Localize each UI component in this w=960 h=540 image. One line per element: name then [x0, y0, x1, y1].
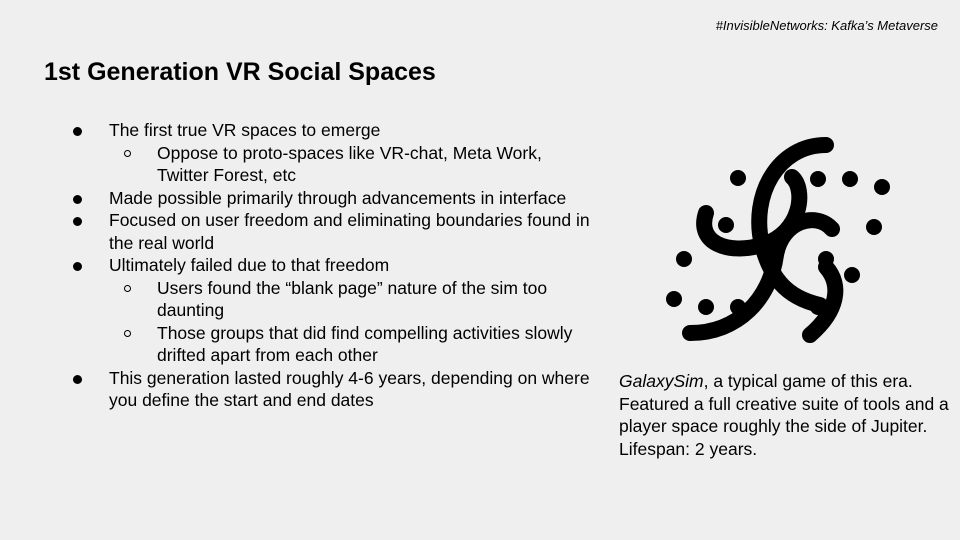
bullet-circle-icon [124, 329, 131, 337]
sub-bullet-item: Oppose to proto-spaces like VR-chat, Met… [118, 142, 590, 187]
bullet-list: The first true VR spaces to emerge Oppos… [70, 119, 590, 412]
bullet-item: Focused on user freedom and eliminating … [70, 209, 590, 254]
bullet-dot-icon [73, 374, 82, 384]
sub-bullet-item: Users found the “blank page” nature of t… [118, 277, 590, 322]
bullet-text: This generation lasted roughly 4-6 years… [109, 367, 590, 411]
bullet-text: Focused on user freedom and eliminating … [109, 210, 590, 253]
bullet-text: Those groups that did find compelling ac… [157, 322, 573, 366]
bullet-text: Ultimately failed due to that freedom [109, 255, 390, 275]
presentation-tag: #InvisibleNetworks: Kafka’s Metaverse [715, 18, 938, 33]
bullet-text: The first true VR spaces to emerge [109, 120, 381, 140]
bullet-dot-icon [73, 194, 82, 204]
slide-title: 1st Generation VR Social Spaces [44, 58, 436, 86]
bullet-text: Oppose to proto-spaces like VR-chat, Met… [157, 142, 542, 186]
bullet-dot-icon [73, 217, 82, 226]
image-caption: GalaxySim, a typical game of this era. F… [619, 370, 949, 460]
bullet-dot-icon [73, 262, 82, 271]
galaxy-swirl-icon [666, 137, 890, 343]
bullet-circle-icon [124, 284, 131, 292]
bullet-dot-icon [73, 127, 82, 136]
bullet-item: The first true VR spaces to emerge [70, 119, 590, 142]
bullet-item: This generation lasted roughly 4-6 years… [70, 367, 590, 412]
bullet-item: Made possible primarily through advancem… [70, 187, 590, 210]
bullet-text: Users found the “blank page” nature of t… [157, 277, 548, 321]
bullet-item: Ultimately failed due to that freedom [70, 254, 590, 277]
caption-title: GalaxySim [619, 371, 704, 391]
bullet-circle-icon [124, 149, 131, 157]
bullet-text: Made possible primarily through advancem… [109, 187, 567, 208]
sub-bullet-item: Those groups that did find compelling ac… [118, 322, 590, 367]
